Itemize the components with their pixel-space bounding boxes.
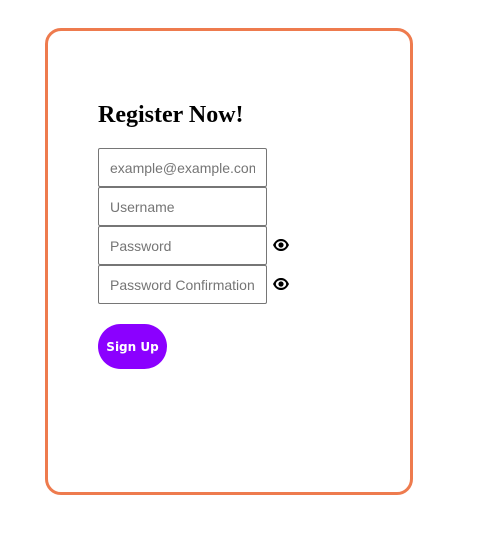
email-field[interactable] [98,148,267,187]
eye-icon[interactable] [272,277,290,291]
password-field[interactable] [98,226,267,265]
eye-icon[interactable] [272,238,290,252]
page: Register Now! Sign Up [0,0,496,539]
username-field[interactable] [98,187,267,226]
page-title: Register Now! [98,102,244,128]
password-confirmation-field[interactable] [98,265,267,304]
sign-up-button[interactable]: Sign Up [98,324,167,369]
